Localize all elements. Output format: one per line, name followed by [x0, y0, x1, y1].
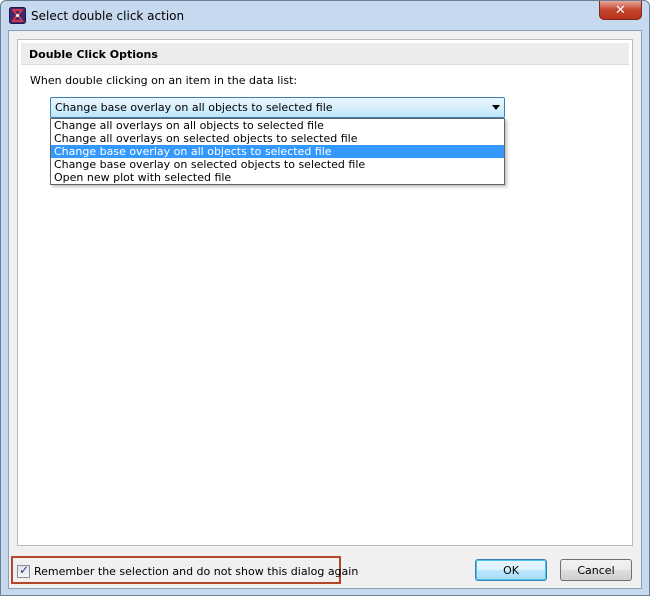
group-header: Double Click Options: [21, 43, 629, 65]
dropdown-option[interactable]: Open new plot with selected file: [51, 171, 504, 184]
dialog-window: Select double click action ✕ Double Clic…: [0, 0, 650, 596]
dropdown-selected-value: Change base overlay on all objects to se…: [55, 101, 333, 114]
double-click-options-group: Double Click Options When double clickin…: [17, 39, 633, 546]
dropdown-option[interactable]: Change all overlays on all objects to se…: [51, 119, 504, 132]
window-title: Select double click action: [31, 9, 185, 23]
remember-selection-callout: ✓ Remember the selection and do not show…: [11, 556, 358, 584]
cancel-button[interactable]: Cancel: [560, 559, 632, 581]
dropdown-option[interactable]: Change base overlay on selected objects …: [51, 158, 504, 171]
prompt-label: When double clicking on an item in the d…: [30, 74, 298, 87]
chevron-down-icon[interactable]: [492, 105, 500, 110]
dropdown-option-highlighted[interactable]: Change base overlay on all objects to se…: [51, 145, 504, 158]
dropdown-options-list: Change all overlays on all objects to se…: [50, 118, 505, 185]
ok-button[interactable]: OK: [475, 559, 547, 581]
remember-checkbox-label[interactable]: Remember the selection and do not show t…: [34, 565, 358, 578]
dialog-body: Double Click Options When double clickin…: [8, 30, 642, 589]
title-bar[interactable]: Select double click action ✕: [1, 1, 649, 30]
action-dropdown[interactable]: Change base overlay on all objects to se…: [50, 97, 505, 118]
close-icon: ✕: [615, 2, 626, 18]
checkmark-icon: ✓: [19, 563, 30, 577]
dropdown-option[interactable]: Change all overlays on selected objects …: [51, 132, 504, 145]
group-title: Double Click Options: [29, 48, 158, 61]
remember-checkbox[interactable]: ✓: [17, 563, 30, 578]
app-logo-icon: [9, 7, 26, 24]
close-button[interactable]: ✕: [599, 1, 642, 20]
